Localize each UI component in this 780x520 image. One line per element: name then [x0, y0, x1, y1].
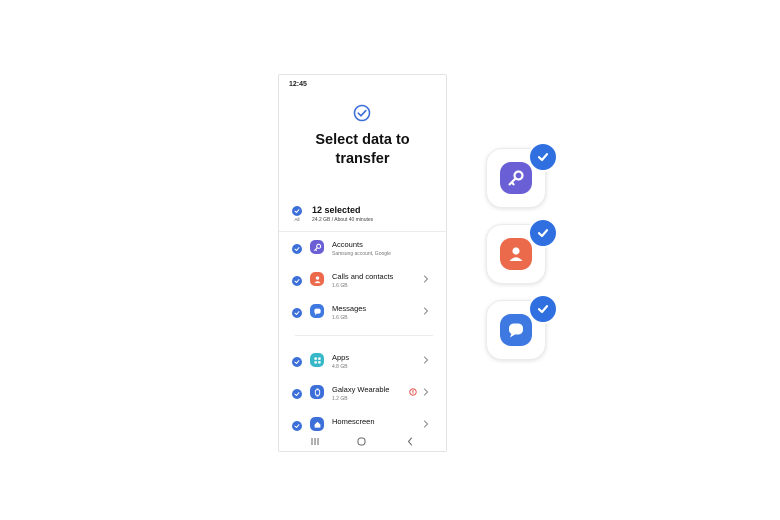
checkmark-icon[interactable]: [292, 244, 302, 254]
selected-count: 12 selected: [312, 205, 361, 215]
list-item-calls-and-contacts[interactable]: Calls and contacts 1.6 GB: [279, 266, 446, 298]
status-time: 12:45: [289, 81, 307, 88]
list-item-accounts[interactable]: Accounts Samsung account, Google: [279, 234, 446, 266]
divider: [295, 335, 433, 336]
check-circle-icon: [353, 104, 371, 122]
home-icon: [310, 417, 324, 431]
wearable-icon: [310, 385, 324, 399]
list-item-apps[interactable]: Apps 4.8 GB: [279, 347, 446, 379]
list-item-detail: Samsung account, Google: [332, 251, 391, 257]
list-item-galaxy-wearable[interactable]: Galaxy Wearable 1.2 GB: [279, 379, 446, 411]
chevron-right-icon[interactable]: [423, 275, 429, 283]
list-item-detail: 1.2 GB: [332, 396, 348, 402]
list-item-label: Homescreen: [332, 417, 375, 426]
list-item-detail: 1.6 GB: [332, 315, 348, 321]
message-icon: [500, 314, 532, 346]
select-all-checkbox[interactable]: All: [290, 206, 304, 222]
list-item-label: Calls and contacts: [332, 272, 394, 281]
chevron-right-icon[interactable]: [423, 307, 429, 315]
list-item-label: Apps: [332, 353, 350, 362]
home-button-icon[interactable]: [357, 437, 366, 446]
contact-icon: [310, 272, 324, 286]
list-item-messages[interactable]: Messages 1.6 GB: [279, 298, 446, 330]
list-item-label: Messages: [332, 304, 367, 313]
chevron-right-icon[interactable]: [423, 420, 429, 428]
chevron-right-icon[interactable]: [423, 356, 429, 364]
list-item-detail: 4.8 GB: [332, 364, 348, 370]
chevron-right-icon[interactable]: [423, 388, 429, 396]
list-item-label: Galaxy Wearable: [332, 385, 390, 394]
phone-screen: 12:45 Select data to transfer All 12 sel…: [278, 74, 447, 452]
warning-icon: [409, 388, 417, 396]
checkmark-icon[interactable]: [292, 421, 302, 431]
divider: [279, 231, 446, 232]
list-item-detail: 1.6 GB: [332, 283, 348, 289]
message-icon: [310, 304, 324, 318]
checkmark-icon[interactable]: [292, 308, 302, 318]
page-title-line2: transfer: [335, 151, 390, 167]
checkmark-badge-icon: [528, 294, 558, 324]
checkmark-badge-icon: [528, 218, 558, 248]
apps-grid-icon: [310, 353, 324, 367]
navigation-bar: [279, 433, 446, 451]
recent-apps-icon[interactable]: [310, 437, 320, 446]
select-all-row[interactable]: All 12 selected 24.2 GB / About 40 minut…: [279, 203, 446, 229]
all-label: All: [294, 217, 300, 222]
checkmark-badge-icon: [528, 142, 558, 172]
page-title: Select data to transfer: [279, 131, 446, 169]
key-icon: [310, 240, 324, 254]
key-icon: [500, 162, 532, 194]
list-item-label: Accounts: [332, 240, 363, 249]
checkmark-icon: [292, 206, 302, 216]
selected-size: 24.2 GB / About 40 minutes: [312, 217, 374, 223]
checkmark-icon[interactable]: [292, 389, 302, 399]
page-title-line1: Select data to: [315, 132, 410, 148]
checkmark-icon[interactable]: [292, 357, 302, 367]
contact-icon: [500, 238, 532, 270]
checkmark-icon[interactable]: [292, 276, 302, 286]
back-icon[interactable]: [406, 437, 414, 446]
